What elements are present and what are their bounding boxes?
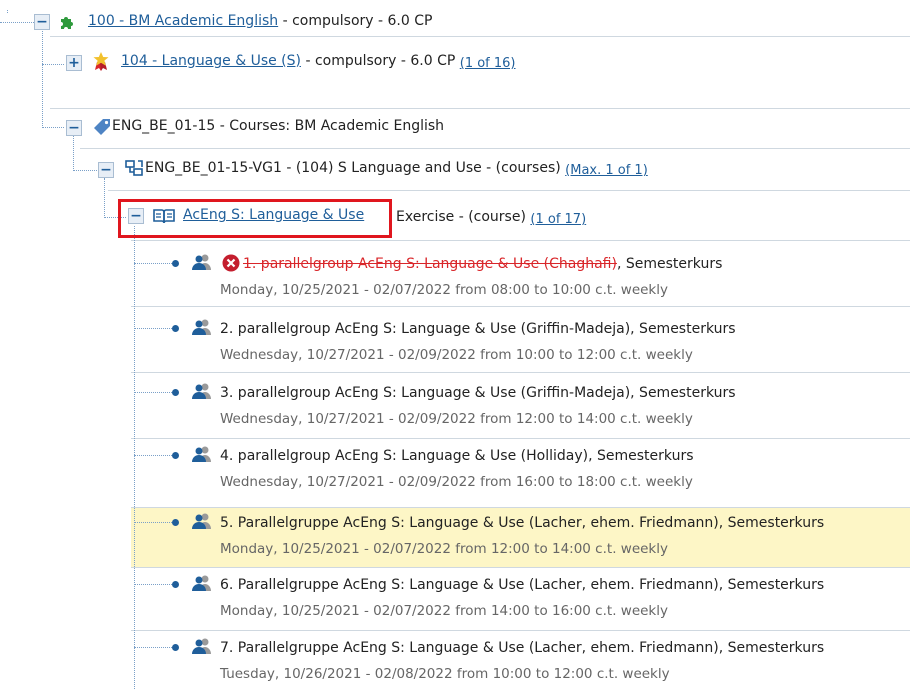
course-suffix: Exercise - (course): [396, 209, 526, 225]
courses-node-label: ENG_BE_01-15 - Courses: BM Academic Engl…: [112, 118, 445, 134]
tree-connector: [0, 22, 34, 23]
cancelled-group-title: 1. parallelgroup AcEng S: Language & Use…: [243, 256, 617, 272]
parallel-group-title: 3. parallelgroup AcEng S: Language & Use…: [220, 385, 736, 401]
tree-connector: [7, 10, 8, 13]
row-separator: [50, 36, 910, 37]
tree-connector: [134, 522, 174, 523]
row-separator: [131, 567, 910, 568]
module-suffix: - compulsory - 6.0 CP: [301, 53, 456, 69]
root-module-suffix: - compulsory - 6.0 CP: [278, 13, 433, 29]
tree-connector: [73, 136, 74, 171]
tree-connector: [42, 127, 64, 128]
tree-connector: [73, 170, 97, 171]
row-separator: [131, 438, 910, 439]
tree-connector: [134, 647, 174, 648]
parallel-group-schedule: Wednesday, 10/27/2021 - 02/09/2022 from …: [220, 474, 693, 490]
group-suffix: , Semesterkurs: [616, 256, 723, 272]
tree-node-dot: [172, 644, 179, 651]
group-node-row: ENG_BE_01-15-VG1 - (104) S Language and …: [145, 159, 648, 178]
group-node-count-link[interactable]: (Max. 1 of 1): [565, 163, 648, 178]
people-icon: [192, 638, 211, 654]
tree-connector: [134, 455, 174, 456]
row-separator: [131, 372, 910, 373]
collapse-toggle[interactable]: −: [66, 120, 82, 136]
collapse-toggle[interactable]: −: [128, 208, 144, 224]
tree-node-dot: [172, 389, 179, 396]
tree-connector: [42, 31, 43, 128]
tree-node-dot: [172, 581, 179, 588]
puzzle-icon: [61, 17, 73, 29]
parallel-group-schedule: Wednesday, 10/27/2021 - 02/09/2022 from …: [220, 347, 693, 363]
row-separator: [131, 306, 910, 307]
root-module-link[interactable]: 100 - BM Academic English: [88, 13, 278, 29]
tree-connector: [42, 64, 64, 65]
tree-node-dot: [172, 519, 179, 526]
expand-toggle[interactable]: +: [66, 55, 82, 71]
tree-connector: [134, 328, 174, 329]
parallel-group-schedule: Monday, 10/25/2021 - 02/07/2022 from 14:…: [220, 603, 668, 619]
tree-node-dot: [172, 452, 179, 459]
row-separator: [108, 190, 910, 191]
people-icon: [192, 446, 211, 462]
group-node-label: ENG_BE_01-15-VG1 - (104) S Language and …: [145, 160, 561, 176]
tree-node-dot: [172, 325, 179, 332]
tag-icon: [94, 119, 110, 135]
tree-connector: [104, 178, 105, 218]
book-icon: [153, 209, 175, 224]
parallel-group-title: 4. parallelgroup AcEng S: Language & Use…: [220, 448, 694, 464]
parallel-group-schedule: Tuesday, 10/26/2021 - 02/08/2022 from 10…: [220, 666, 670, 682]
people-icon: [192, 319, 211, 335]
row-separator: [50, 108, 910, 109]
group-structure-icon: [125, 160, 143, 176]
module-count-link[interactable]: (1 of 16): [460, 56, 516, 71]
tree-connector: [134, 392, 174, 393]
parallel-group-title: 2. parallelgroup AcEng S: Language & Use…: [220, 321, 736, 337]
parallel-group-title: 6. Parallelgruppe AcEng S: Language & Us…: [220, 577, 825, 593]
collapse-toggle[interactable]: −: [98, 162, 114, 178]
tree-connector: [134, 263, 174, 264]
course-count-link[interactable]: (1 of 17): [530, 212, 586, 227]
row-separator: [80, 148, 910, 149]
course-row: AcEng S: Language & Use: [183, 206, 364, 224]
collapse-toggle[interactable]: −: [34, 14, 50, 30]
people-icon: [192, 254, 211, 270]
cancel-icon: [222, 254, 240, 272]
tree-connector: [134, 584, 174, 585]
parallel-group-schedule: Wednesday, 10/27/2021 - 02/09/2022 from …: [220, 411, 693, 427]
row-separator: [131, 240, 910, 241]
tree-node-dot: [172, 260, 179, 267]
course-info: Exercise - (course) (1 of 17): [396, 208, 586, 227]
people-icon: [192, 383, 211, 399]
parallel-group-schedule: Monday, 10/25/2021 - 02/07/2022 from 12:…: [220, 541, 668, 557]
parallel-group-title: 5. Parallelgruppe AcEng S: Language & Us…: [220, 515, 825, 531]
badge-icon: [93, 52, 109, 71]
module-link[interactable]: 104 - Language & Use (S): [121, 53, 301, 69]
parallel-group-schedule: Monday, 10/25/2021 - 02/07/2022 from 08:…: [220, 282, 668, 298]
root-module-row: 100 - BM Academic English - compulsory -…: [88, 12, 432, 30]
row-separator: [131, 630, 910, 631]
tree-connector: [134, 226, 135, 689]
parallel-group-title: 1. parallelgroup AcEng S: Language & Use…: [243, 255, 722, 273]
people-icon: [192, 575, 211, 591]
parallel-group-title: 7. Parallelgruppe AcEng S: Language & Us…: [220, 640, 825, 656]
row-separator: [131, 507, 910, 508]
module-row: 104 - Language & Use (S) - compulsory - …: [121, 52, 516, 71]
people-icon: [192, 513, 211, 529]
course-link[interactable]: AcEng S: Language & Use: [183, 207, 364, 223]
